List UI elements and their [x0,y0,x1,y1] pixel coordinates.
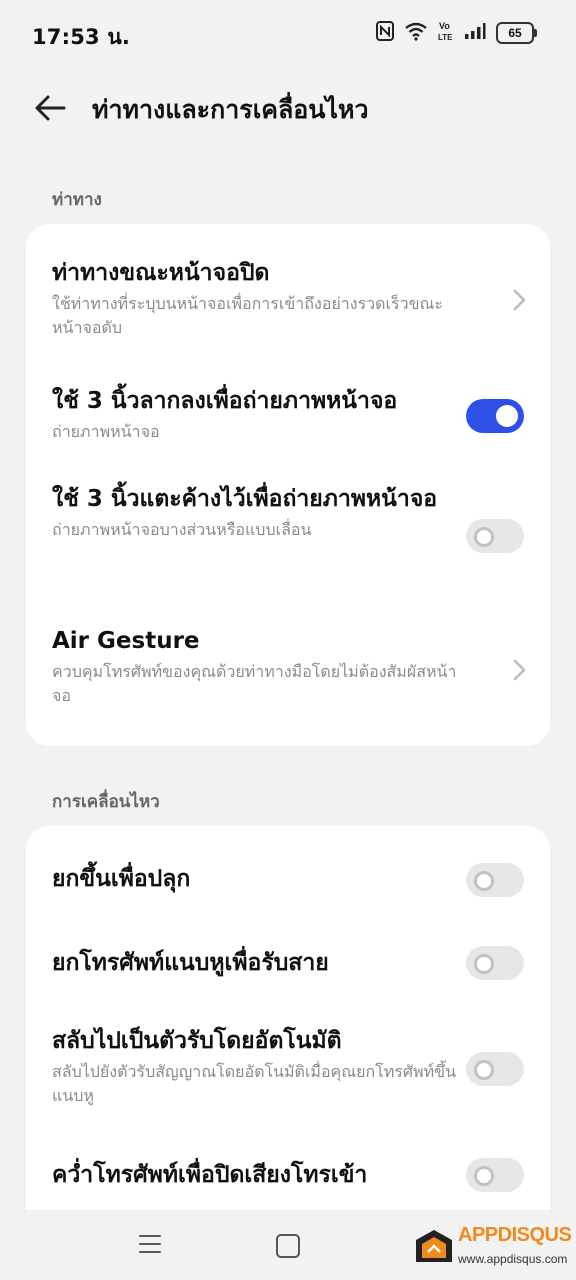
navigation-bar: APPDISQUS www.appdisqus.com [0,1210,576,1280]
item-title: ท่าทางขณะหน้าจอปิด [52,260,270,286]
item-description: ถ่ายภาพหน้าจอ [52,422,160,441]
watermark-url: www.appdisqus.com [458,1252,568,1266]
appdisqus-watermark: APPDISQUS www.appdisqus.com [412,1222,572,1274]
toggle-knob [474,527,494,547]
list-item-auto-switch-receiver[interactable]: สลับไปเป็นตัวรับโดยอัตโนมัติ สลับไปยังตั… [52,1024,532,1124]
list-item-screen-off-gestures[interactable]: ท่าทางขณะหน้าจอปิด ใช้ท่าทางที่ระบุบนหน้… [52,256,532,356]
volte-icon: Vo LTE [438,20,454,46]
appdisqus-logo-icon [416,1230,452,1262]
app-bar: ท่าทางและการเคลื่อนไหว [0,70,576,150]
item-title: สลับไปเป็นตัวรับโดยอัตโนมัติ [52,1028,342,1054]
status-time: 17:53 น. [32,25,131,49]
status-icons: Vo LTE 65 [376,18,537,48]
item-text: คว่ำโทรศัพท์เพื่อปิดเสียงโทรเข้า [52,1158,462,1192]
flip-to-mute-toggle[interactable] [466,1158,524,1192]
toggle-knob [474,1060,494,1080]
toggle-knob [474,954,494,974]
raise-to-answer-toggle[interactable] [466,946,524,980]
item-title: ยกขึ้นเพื่อปลุก [52,866,191,892]
item-text: ใช้ 3 นิ้วแตะค้างไว้เพื่อถ่ายภาพหน้าจอ ถ… [52,482,462,542]
item-title: ใช้ 3 นิ้วแตะค้างไว้เพื่อถ่ายภาพหน้าจอ [52,486,438,512]
item-text: ใช้ 3 นิ้วลากลงเพื่อถ่ายภาพหน้าจอ ถ่ายภา… [52,384,462,444]
list-item-flip-to-mute[interactable]: คว่ำโทรศัพท์เพื่อปิดเสียงโทรเข้า [52,1158,532,1198]
toggle-knob [474,871,494,891]
item-title: คว่ำโทรศัพท์เพื่อปิดเสียงโทรเข้า [52,1162,368,1188]
list-item-three-finger-hold-screenshot[interactable]: ใช้ 3 นิ้วแตะค้างไว้เพื่อถ่ายภาพหน้าจอ ถ… [52,482,532,592]
toggle-knob [496,405,518,427]
watermark-brand: APPDISQUS [458,1224,572,1246]
wifi-icon [404,21,428,45]
battery-icon: 65 [496,22,537,44]
section-header-motions: การเคลื่อนไหว [52,792,160,812]
item-title: Air Gesture [52,628,200,654]
svg-text:Vo: Vo [439,21,450,31]
chevron-right-icon[interactable] [510,288,528,312]
gestures-card: ท่าทางขณะหน้าจอปิด ใช้ท่าทางที่ระบุบนหน้… [26,224,550,746]
item-description: ควบคุมโทรศัพท์ของคุณด้วยท่าทางมือโดยไม่ต… [52,662,457,705]
item-description: สลับไปยังตัวรับสัญญาณโดยอัตโนมัติเมื่อคุ… [52,1062,457,1105]
list-item-raise-to-wake[interactable]: ยกขึ้นเพื่อปลุก [52,862,532,902]
chevron-right-icon[interactable] [510,658,528,682]
back-button[interactable] [30,90,70,130]
item-text: สลับไปเป็นตัวรับโดยอัตโนมัติ สลับไปยังตั… [52,1024,462,1108]
list-item-air-gesture[interactable]: Air Gesture ควบคุมโทรศัพท์ของคุณด้วยท่าท… [52,624,532,724]
item-text: ยกโทรศัพท์แนบหูเพื่อรับสาย [52,946,462,980]
item-title: ยกโทรศัพท์แนบหูเพื่อรับสาย [52,950,329,976]
section-header-gestures: ท่าทาง [52,190,102,210]
motions-card: ยกขึ้นเพื่อปลุก ยกโทรศัพท์แนบหูเพื่อรับส… [26,826,550,1210]
status-bar: 17:53 น. Vo LTE 65 [0,0,576,66]
svg-text:LTE: LTE [438,33,453,42]
raise-to-wake-toggle[interactable] [466,863,524,897]
auto-switch-receiver-toggle[interactable] [466,1052,524,1086]
home-icon[interactable] [276,1234,300,1258]
list-item-three-finger-swipe-screenshot[interactable]: ใช้ 3 นิ้วลากลงเพื่อถ่ายภาพหน้าจอ ถ่ายภา… [52,384,532,454]
three-finger-swipe-toggle[interactable] [466,399,524,433]
item-text: ยกขึ้นเพื่อปลุก [52,862,462,896]
nfc-icon [376,21,394,45]
item-text: ท่าทางขณะหน้าจอปิด ใช้ท่าทางที่ระบุบนหน้… [52,256,462,340]
three-finger-hold-toggle[interactable] [466,519,524,553]
list-item-raise-to-answer[interactable]: ยกโทรศัพท์แนบหูเพื่อรับสาย [52,946,532,986]
item-description: ถ่ายภาพหน้าจอบางส่วนหรือแบบเลื่อน [52,520,312,539]
arrow-left-icon [34,94,66,126]
page-title: ท่าทางและการเคลื่อนไหว [92,95,369,124]
signal-icon [464,22,486,44]
item-title: ใช้ 3 นิ้วลากลงเพื่อถ่ายภาพหน้าจอ [52,388,398,414]
item-description: ใช้ท่าทางที่ระบุบนหน้าจอเพื่อการเข้าถึงอ… [52,294,443,337]
toggle-knob [474,1166,494,1186]
item-text: Air Gesture ควบคุมโทรศัพท์ของคุณด้วยท่าท… [52,624,462,708]
menu-icon[interactable] [138,1232,162,1256]
